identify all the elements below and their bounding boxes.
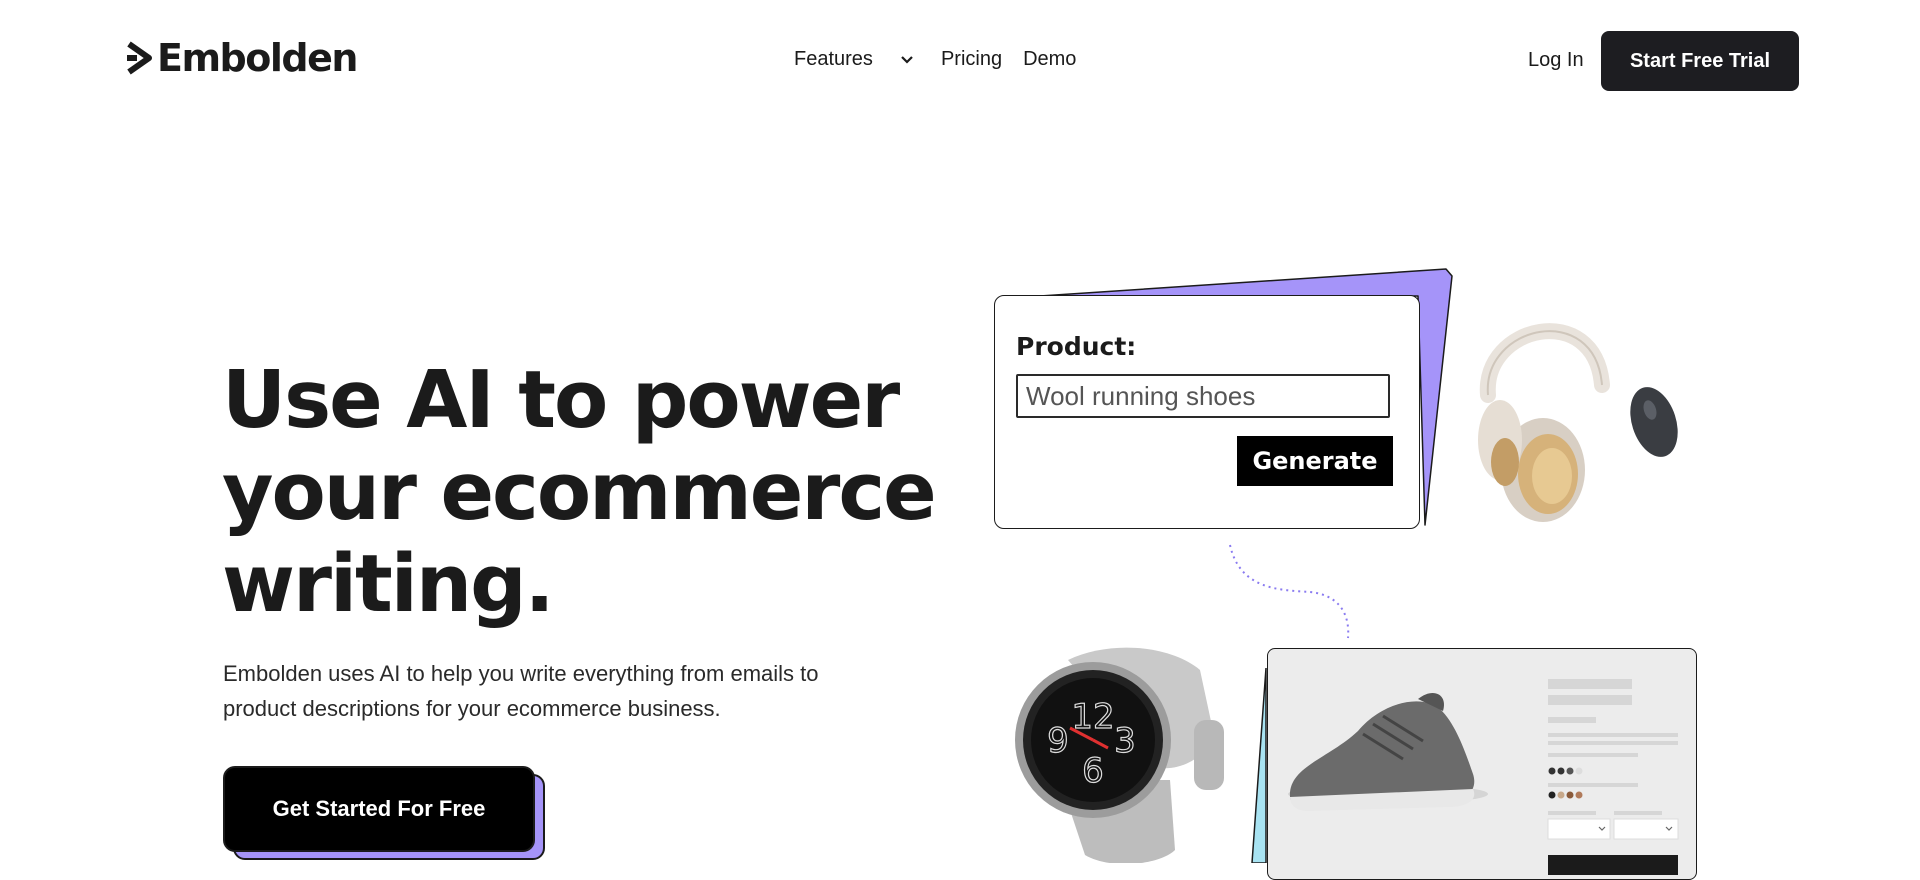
product-page-preview — [1267, 648, 1697, 880]
product-label: Product: — [1016, 332, 1137, 361]
svg-text:12: 12 — [1071, 697, 1114, 737]
shoe-image — [1288, 692, 1488, 811]
smartwatch-image: 12 9 3 6 — [1015, 647, 1224, 863]
brand-logo[interactable]: Embolden — [127, 36, 358, 80]
product-detail-placeholders — [1547, 679, 1679, 875]
chevron-down-icon[interactable] — [899, 52, 915, 68]
product-input-value: Wool running shoes — [1026, 380, 1256, 411]
menu-item-features[interactable]: Features — [794, 48, 873, 71]
get-started-button[interactable]: Get Started For Free — [223, 766, 535, 852]
dotted-connector — [1229, 544, 1350, 639]
product-input[interactable]: Wool running shoes — [1016, 374, 1390, 418]
top-nav: Embolden Features Pricing Demo Log In St… — [0, 0, 1920, 120]
generate-button[interactable]: Generate — [1237, 436, 1393, 486]
logo-arrow-icon — [127, 41, 152, 75]
product-generator-card: Product: Wool running shoes Generate — [994, 295, 1420, 529]
mouse-image — [1630, 387, 1678, 457]
headphones-image — [1478, 323, 1610, 522]
cyan-backdrop-shape — [1251, 667, 1267, 863]
svg-text:9: 9 — [1047, 721, 1069, 761]
brand-name: Embolden — [157, 36, 358, 80]
menu-item-demo[interactable]: Demo — [1023, 48, 1076, 71]
start-free-trial-button[interactable]: Start Free Trial — [1601, 31, 1799, 91]
svg-text:3: 3 — [1114, 721, 1136, 761]
hero-headline: Use AI to power your ecommerce writing. — [222, 354, 937, 630]
hero-subtext: Embolden uses AI to help you write every… — [223, 661, 819, 721]
login-link[interactable]: Log In — [1528, 49, 1584, 72]
main-menu: Features Pricing Demo — [794, 48, 1076, 71]
product-preview-art — [1288, 679, 1679, 875]
svg-text:6: 6 — [1082, 751, 1104, 791]
menu-item-pricing[interactable]: Pricing — [941, 48, 1002, 71]
